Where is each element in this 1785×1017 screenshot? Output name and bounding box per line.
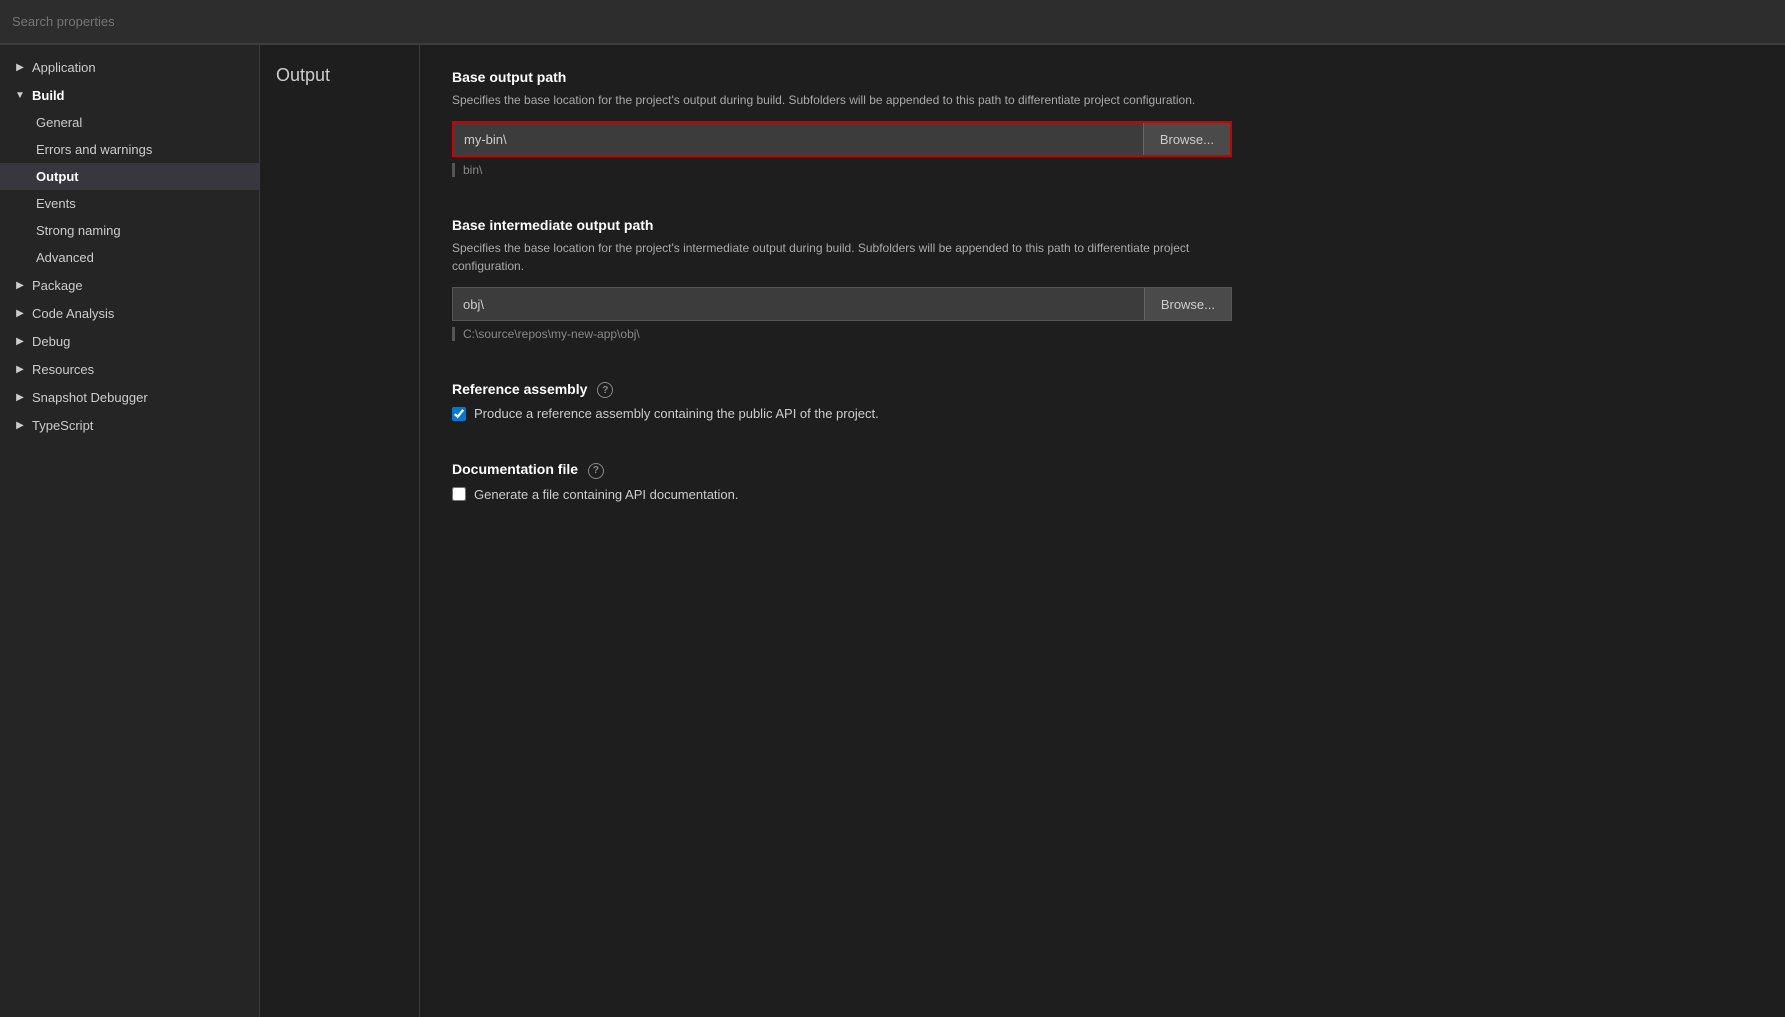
sidebar-item-errors-warnings[interactable]: Errors and warnings (0, 136, 259, 163)
documentation-file-checkbox[interactable] (452, 487, 466, 501)
base-intermediate-output-path-title: Base intermediate output path (452, 217, 1753, 233)
reference-assembly-label: Produce a reference assembly containing … (474, 406, 879, 421)
settings-panel: Base output path Specifies the base loca… (420, 45, 1785, 1017)
base-intermediate-output-path-description: Specifies the base location for the proj… (452, 239, 1232, 275)
sidebar-item-package[interactable]: ▶ Package (0, 271, 259, 299)
sidebar-item-events[interactable]: Events (0, 190, 259, 217)
sidebar-item-output[interactable]: Output (0, 163, 259, 190)
sidebar-item-typescript[interactable]: ▶ TypeScript (0, 411, 259, 439)
base-output-path-hint: bin\ (452, 163, 1753, 177)
sidebar-item-build[interactable]: ▼ Build (0, 81, 259, 109)
content-area: Output Base output path Specifies the ba… (260, 45, 1785, 1017)
reference-assembly-help-icon[interactable]: ? (597, 382, 613, 398)
reference-assembly-checkbox-row: Produce a reference assembly containing … (452, 406, 1753, 421)
base-intermediate-output-path-input-row: Browse... (452, 287, 1232, 321)
base-output-path-browse-button[interactable]: Browse... (1143, 123, 1230, 155)
chevron-right-icon-debug: ▶ (12, 333, 28, 349)
base-output-path-input-row: Browse... (452, 121, 1232, 157)
sidebar-item-general[interactable]: General (0, 109, 259, 136)
sidebar-item-strong-naming[interactable]: Strong naming (0, 217, 259, 244)
main-layout: ▶ Application ▼ Build General Errors and… (0, 45, 1785, 1017)
reference-assembly-title: Reference assembly ? (452, 381, 1753, 398)
chevron-right-icon-code: ▶ (12, 305, 28, 321)
reference-assembly-section: Reference assembly ? Produce a reference… (452, 381, 1753, 421)
search-input[interactable] (12, 14, 1773, 29)
documentation-file-label: Generate a file containing API documenta… (474, 487, 739, 502)
chevron-down-icon: ▼ (12, 87, 28, 103)
sidebar-item-snapshot-debugger[interactable]: ▶ Snapshot Debugger (0, 383, 259, 411)
base-output-path-title: Base output path (452, 69, 1753, 85)
sidebar-item-debug[interactable]: ▶ Debug (0, 327, 259, 355)
search-bar (0, 0, 1785, 44)
chevron-right-icon-resources: ▶ (12, 361, 28, 377)
base-intermediate-output-path-browse-button[interactable]: Browse... (1144, 288, 1231, 320)
section-title-panel: Output (260, 45, 420, 1017)
reference-assembly-checkbox[interactable] (452, 407, 466, 421)
base-intermediate-output-path-input[interactable] (453, 288, 1144, 320)
base-output-path-input[interactable] (454, 123, 1143, 155)
chevron-right-icon: ▶ (12, 59, 28, 75)
sidebar-item-code-analysis[interactable]: ▶ Code Analysis (0, 299, 259, 327)
sidebar-item-advanced[interactable]: Advanced (0, 244, 259, 271)
sidebar: ▶ Application ▼ Build General Errors and… (0, 45, 260, 1017)
base-intermediate-output-path-section: Base intermediate output path Specifies … (452, 217, 1753, 341)
base-intermediate-output-path-hint: C:\source\repos\my-new-app\obj\ (452, 327, 1753, 341)
base-output-path-description: Specifies the base location for the proj… (452, 91, 1232, 109)
documentation-file-help-icon[interactable]: ? (588, 463, 604, 479)
documentation-file-section: Documentation file ? Generate a file con… (452, 461, 1753, 501)
sidebar-item-application[interactable]: ▶ Application (0, 53, 259, 81)
documentation-file-checkbox-row: Generate a file containing API documenta… (452, 487, 1753, 502)
base-output-path-section: Base output path Specifies the base loca… (452, 69, 1753, 177)
documentation-file-title: Documentation file ? (452, 461, 1753, 478)
sidebar-item-resources[interactable]: ▶ Resources (0, 355, 259, 383)
chevron-right-icon-package: ▶ (12, 277, 28, 293)
section-title: Output (276, 65, 403, 86)
chevron-right-icon-snapshot: ▶ (12, 389, 28, 405)
chevron-right-icon-typescript: ▶ (12, 417, 28, 433)
